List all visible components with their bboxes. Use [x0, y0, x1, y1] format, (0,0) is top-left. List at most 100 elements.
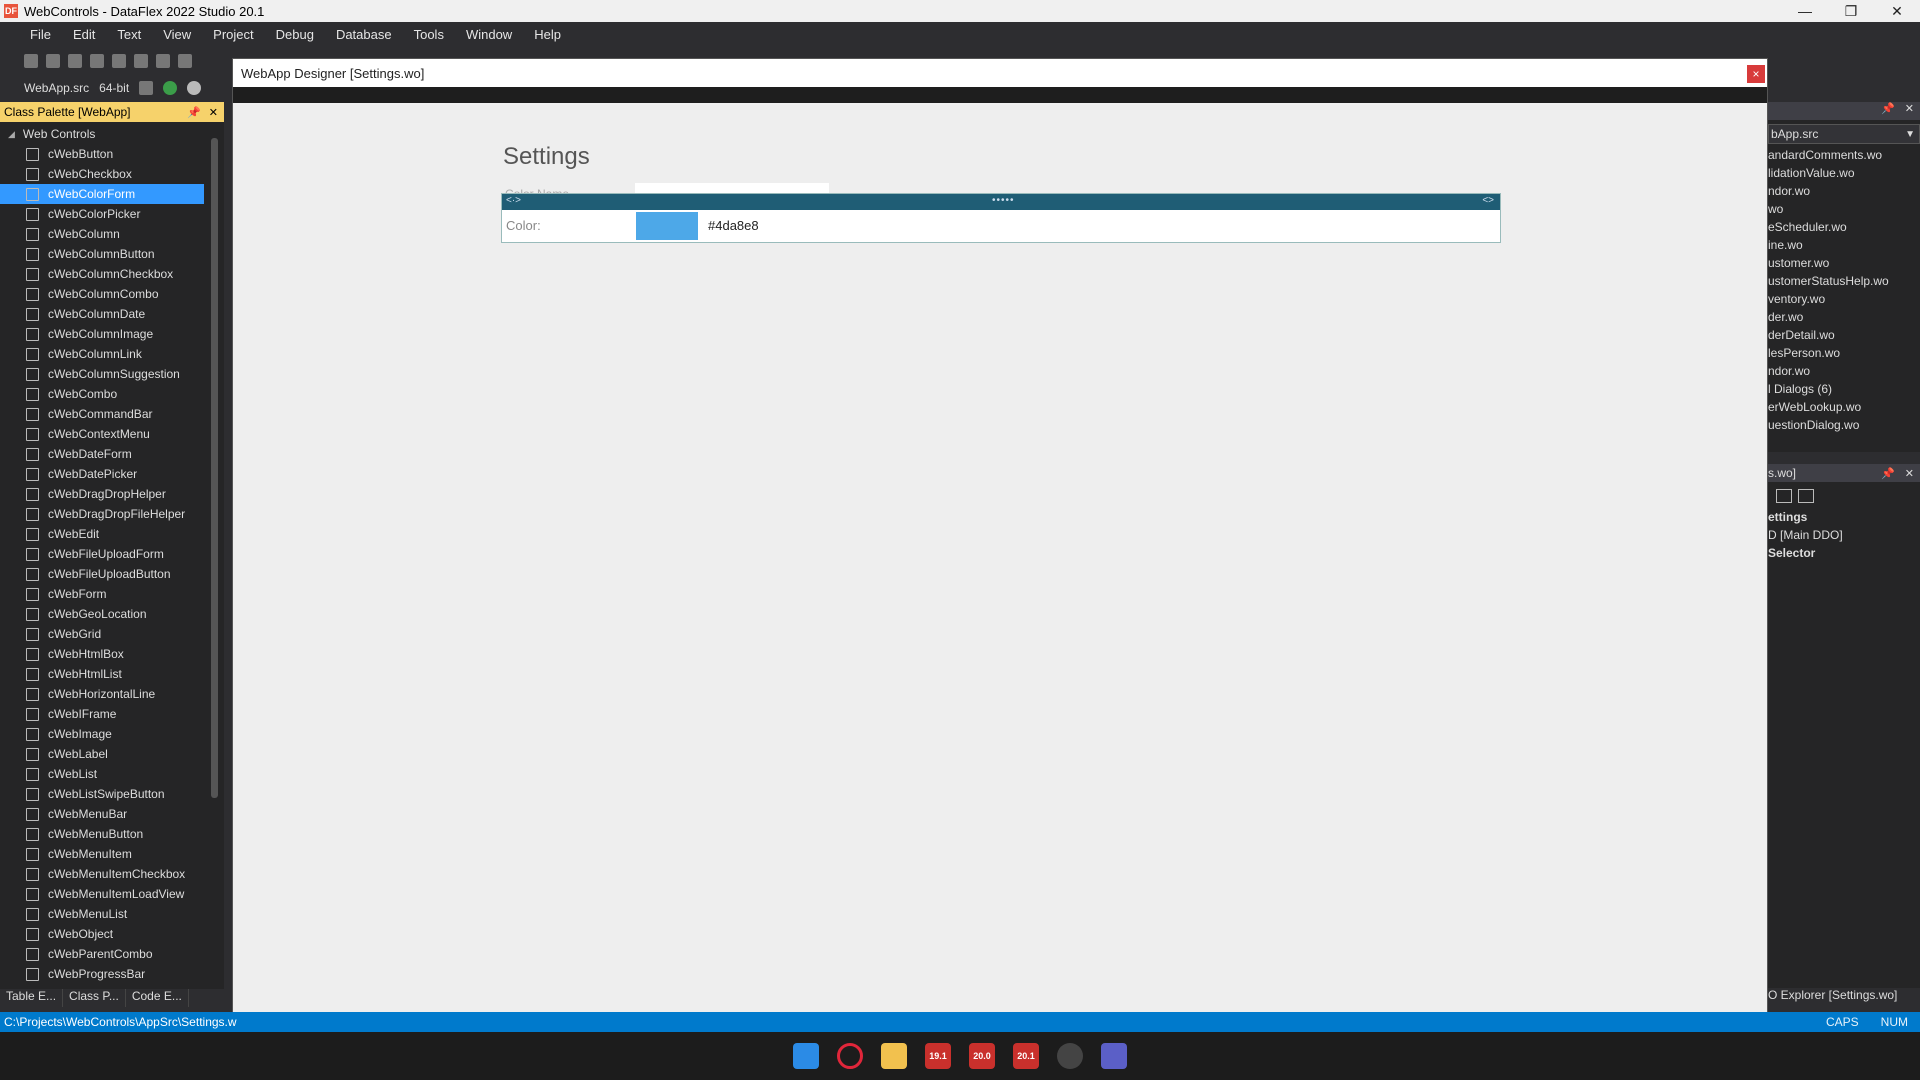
pin-icon[interactable]: 📌 — [187, 106, 201, 119]
workspace-file[interactable]: erWebLookup.wo — [1768, 400, 1920, 418]
chevron-down-icon[interactable]: ▼ — [1905, 129, 1919, 140]
color-form-control[interactable]: <·> ••••• <> Color: #4da8e8 — [501, 193, 1501, 243]
palette-item[interactable]: cWebDragDropFileHelper — [0, 504, 204, 524]
workspace-file[interactable]: ustomerStatusHelp.wo — [1768, 274, 1920, 292]
palette-item[interactable]: cWebColumnCheckbox — [0, 264, 204, 284]
workspace-file[interactable]: der.wo — [1768, 310, 1920, 328]
palette-item[interactable]: cWebMenuItem — [0, 844, 204, 864]
palette-item[interactable]: cWebLabel — [0, 744, 204, 764]
tab-code-explorer[interactable]: Code E... — [126, 989, 189, 1007]
palette-item[interactable]: cWebColumnCombo — [0, 284, 204, 304]
tree-root[interactable]: ◢ Web Controls — [0, 124, 204, 144]
workspace-file[interactable]: eScheduler.wo — [1768, 220, 1920, 238]
workspace-select[interactable]: WebApp.src — [24, 81, 89, 95]
menu-help[interactable]: Help — [534, 27, 561, 42]
palette-item[interactable]: cWebMenuItemLoadView — [0, 884, 204, 904]
palette-item[interactable]: cWebList — [0, 764, 204, 784]
run-icon[interactable] — [163, 81, 178, 95]
minimize-icon[interactable]: — — [1782, 3, 1828, 20]
palette-item[interactable]: cWebObject — [0, 924, 204, 944]
ddo-tool-icon[interactable] — [1776, 489, 1792, 503]
ddo-item[interactable]: Selector — [1768, 546, 1920, 564]
menu-view[interactable]: View — [163, 27, 191, 42]
palette-item[interactable]: cWebFileUploadForm — [0, 544, 204, 564]
palette-item[interactable]: cWebDateForm — [0, 444, 204, 464]
workspace-file[interactable]: andardComments.wo — [1768, 148, 1920, 166]
collapse-icon[interactable]: ◢ — [8, 129, 15, 140]
pin-icon[interactable]: 📌 — [1881, 102, 1895, 120]
palette-item[interactable]: cWebGeoLocation — [0, 604, 204, 624]
palette-item[interactable]: cWebEdit — [0, 524, 204, 544]
ddo-tool-icon[interactable] — [1798, 489, 1814, 503]
workspace-file[interactable]: lidationValue.wo — [1768, 166, 1920, 184]
menu-window[interactable]: Window — [466, 27, 512, 42]
save-icon[interactable] — [68, 54, 82, 68]
palette-item[interactable]: cWebMenuItemCheckbox — [0, 864, 204, 884]
palette-item[interactable]: cWebProgressBar — [0, 964, 204, 984]
palette-item[interactable]: cWebListSwipeButton — [0, 784, 204, 804]
menu-debug[interactable]: Debug — [276, 27, 314, 42]
palette-item[interactable]: cWebColumnSuggestion — [0, 364, 204, 384]
designer-close-button[interactable]: × — [1747, 65, 1765, 83]
workspace-file[interactable]: derDetail.wo — [1768, 328, 1920, 346]
workspace-file[interactable]: ustomer.wo — [1768, 256, 1920, 274]
close-icon[interactable]: ✕ — [1905, 102, 1914, 120]
ddo-item[interactable]: D [Main DDO] — [1768, 528, 1920, 546]
paste-icon[interactable] — [156, 54, 170, 68]
dataflex-19-icon[interactable]: 19.1 — [925, 1043, 951, 1069]
drag-dots-icon[interactable]: ••••• — [992, 195, 1015, 206]
palette-item[interactable]: cWebMenuList — [0, 904, 204, 924]
start-icon[interactable] — [793, 1043, 819, 1069]
chrome-icon[interactable] — [1057, 1043, 1083, 1069]
save-all-icon[interactable] — [90, 54, 104, 68]
close-icon[interactable]: ✕ — [1874, 3, 1920, 20]
dataflex-20-icon[interactable]: 20.0 — [969, 1043, 995, 1069]
palette-item[interactable]: cWebColorForm — [0, 184, 204, 204]
workspace-file[interactable]: ventory.wo — [1768, 292, 1920, 310]
tab-table-explorer[interactable]: Table E... — [0, 989, 64, 1007]
dataflex-201-icon[interactable]: 20.1 — [1013, 1043, 1039, 1069]
palette-item[interactable]: cWebColumnLink — [0, 344, 204, 364]
palette-item[interactable]: cWebCombo — [0, 384, 204, 404]
bitness-select[interactable]: 64-bit — [99, 81, 129, 95]
palette-item[interactable]: cWebButton — [0, 144, 204, 164]
workspace-file[interactable]: ndor.wo — [1768, 184, 1920, 202]
color-swatch[interactable] — [636, 212, 698, 240]
palette-item[interactable]: cWebCheckbox — [0, 164, 204, 184]
palette-item[interactable]: cWebForm — [0, 584, 204, 604]
palette-item[interactable]: cWebColumnImage — [0, 324, 204, 344]
palette-item[interactable]: cWebHtmlList — [0, 664, 204, 684]
delete-icon[interactable] — [178, 54, 192, 68]
workspace-file[interactable]: ndor.wo — [1768, 364, 1920, 382]
open-icon[interactable] — [46, 54, 60, 68]
ddo-explorer-tab[interactable]: O Explorer [Settings.wo] — [1768, 988, 1920, 1006]
workspace-combo[interactable]: bApp.src ▼ — [1768, 124, 1920, 144]
resize-right-icon[interactable]: <> — [1482, 195, 1494, 206]
palette-item[interactable]: cWebHorizontalLine — [0, 684, 204, 704]
workspace-file[interactable]: uestionDialog.wo — [1768, 418, 1920, 436]
palette-item[interactable]: cWebColumn — [0, 224, 204, 244]
opera-icon[interactable] — [837, 1043, 863, 1069]
palette-item[interactable]: cWebColumnDate — [0, 304, 204, 324]
close-icon[interactable]: ✕ — [209, 106, 218, 119]
menu-tools[interactable]: Tools — [414, 27, 444, 42]
menu-file[interactable]: File — [30, 27, 51, 42]
resize-left-icon[interactable]: <·> — [506, 195, 521, 206]
compile-icon[interactable] — [139, 81, 154, 95]
copy-icon[interactable] — [134, 54, 148, 68]
palette-item[interactable]: cWebFileUploadButton — [0, 564, 204, 584]
designer-canvas[interactable]: Settings Color Name <·> ••••• <> Color: … — [233, 105, 1767, 1031]
ddo-item[interactable]: ettings — [1768, 510, 1920, 528]
control-drag-handle[interactable]: <·> ••••• <> — [502, 194, 1500, 210]
tab-class-palette[interactable]: Class P... — [63, 989, 126, 1007]
palette-item[interactable]: cWebGrid — [0, 624, 204, 644]
cut-icon[interactable] — [112, 54, 126, 68]
workspace-file[interactable]: l Dialogs (6) — [1768, 382, 1920, 400]
menu-edit[interactable]: Edit — [73, 27, 95, 42]
pin-icon[interactable]: 📌 — [1881, 467, 1895, 480]
workspace-file[interactable]: lesPerson.wo — [1768, 346, 1920, 364]
menu-text[interactable]: Text — [117, 27, 141, 42]
explorer-icon[interactable] — [881, 1043, 907, 1069]
palette-item[interactable]: cWebMenuBar — [0, 804, 204, 824]
menu-project[interactable]: Project — [213, 27, 253, 42]
